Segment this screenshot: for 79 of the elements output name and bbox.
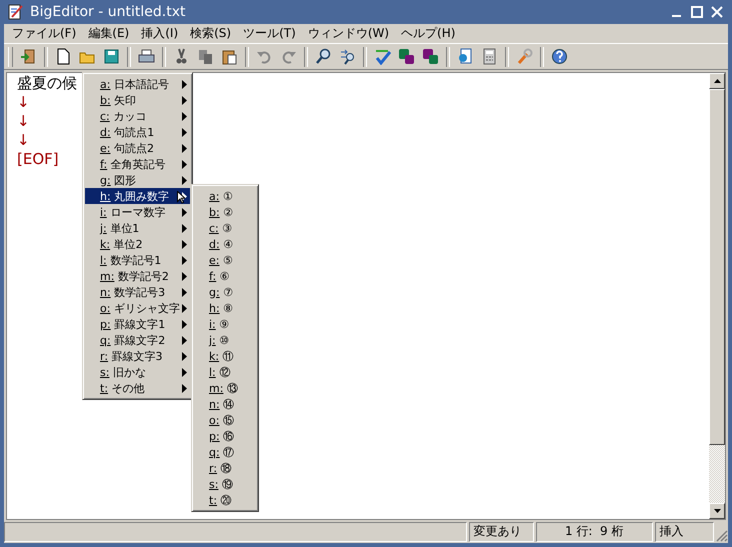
menu-item[interactable]: i: ローマ数字 (85, 204, 190, 220)
new-document-icon[interactable] (55, 48, 72, 65)
ej-translate-icon[interactable] (398, 48, 415, 65)
resize-grip-icon (716, 530, 728, 542)
menu-item[interactable]: s: ⑲ (194, 476, 256, 492)
menu-item[interactable]: f: 全角英記号 (85, 156, 190, 172)
find-replace-icon[interactable] (339, 48, 356, 65)
paste-icon[interactable] (221, 48, 238, 65)
maximize-icon[interactable] (690, 5, 704, 19)
up-arrow-icon (714, 79, 720, 83)
menu-item[interactable]: d: ④ (194, 236, 256, 252)
menu-item[interactable]: c: カッコ (85, 108, 190, 124)
scroll-up-button[interactable] (709, 73, 725, 89)
search-icon[interactable] (315, 48, 332, 65)
line-marker: ↓ (17, 131, 30, 150)
menu-item[interactable]: c: ③ (194, 220, 256, 236)
menu-item[interactable]: ウィンドウ(W) (302, 25, 396, 42)
menu-item[interactable]: 検索(S) (184, 25, 238, 42)
menu-item[interactable]: 編集(E) (82, 25, 136, 42)
menu-item[interactable]: 挿入(I) (135, 25, 184, 42)
menu-item[interactable]: t: ⑳ (194, 492, 256, 508)
menu-item[interactable]: m: 数学記号2 (85, 268, 190, 284)
line-marker: [EOF] (17, 150, 59, 169)
menu-item[interactable]: ヘルプ(H) (395, 25, 462, 42)
menu-item[interactable]: k: 単位2 (85, 236, 190, 252)
menu-item[interactable]: l: 数学記号1 (85, 252, 190, 268)
window-title: BigEditor - untitled.txt (30, 4, 186, 20)
scrollbar-thumb[interactable] (709, 89, 725, 445)
menu-item[interactable]: b: ② (194, 204, 256, 220)
menu-item[interactable]: ファイル(F) (6, 25, 82, 42)
status-field: 挿入 (654, 522, 714, 542)
menu-item[interactable]: g: ⑦ (194, 284, 256, 300)
menu-item[interactable]: a: ① (194, 188, 256, 204)
down-arrow-icon (714, 509, 720, 513)
text-line: 盛夏の候 (17, 74, 77, 93)
menu-item[interactable]: r: 罫線文字3 (85, 348, 190, 364)
mouse-cursor-icon (177, 191, 185, 204)
menu-item[interactable]: h: 丸囲み数字 (85, 188, 190, 204)
menu-item[interactable]: d: 句読点1 (85, 124, 190, 140)
menu-item[interactable]: l: ⑫ (194, 364, 256, 380)
menu-item[interactable]: n: 数学記号3 (85, 284, 190, 300)
menu-item[interactable]: e: 句読点2 (85, 140, 190, 156)
calculator-icon[interactable] (481, 48, 498, 65)
app-icon (8, 4, 24, 20)
menu-item[interactable]: p: ⑯ (194, 428, 256, 444)
spell-check-icon[interactable] (374, 48, 391, 65)
menu-item[interactable]: n: ⑭ (194, 396, 256, 412)
menu-item[interactable]: t: その他 (85, 380, 190, 396)
je-translate-icon[interactable] (422, 48, 439, 65)
menu-item[interactable]: k: ⑪ (194, 348, 256, 364)
menu-item[interactable]: p: 罫線文字1 (85, 316, 190, 332)
menu-item[interactable]: j: ⑩ (194, 332, 256, 348)
menu-item[interactable]: m: ⑬ (194, 380, 256, 396)
menu-item[interactable]: i: ⑨ (194, 316, 256, 332)
menu-item[interactable]: j: 単位1 (85, 220, 190, 236)
help-icon[interactable] (551, 48, 568, 65)
menu-item[interactable]: g: 図形 (85, 172, 190, 188)
menu-item[interactable]: b: 矢印 (85, 92, 190, 108)
line-marker: ↓ (17, 112, 30, 131)
exit-door-icon[interactable] (20, 48, 37, 65)
menu-item[interactable]: r: ⑱ (194, 460, 256, 476)
printer-icon[interactable] (138, 48, 155, 65)
menu-item[interactable]: ツール(T) (237, 25, 302, 42)
menu-item[interactable]: o: ⑮ (194, 412, 256, 428)
menu-item[interactable]: o: ギリシャ文字 (85, 300, 190, 316)
scroll-down-button[interactable] (709, 503, 725, 519)
menu-item[interactable]: s: 旧かな (85, 364, 190, 380)
status-field: 変更あり (468, 522, 534, 542)
menu-item[interactable]: f: ⑥ (194, 268, 256, 284)
status-field: 1 行: 9 桁 (536, 522, 653, 542)
menu-item[interactable]: a: 日本語記号 (85, 76, 190, 92)
menu-item[interactable]: h: ⑧ (194, 300, 256, 316)
menu-item[interactable]: e: ⑤ (194, 252, 256, 268)
line-marker: ↓ (17, 93, 30, 112)
close-icon[interactable] (710, 5, 724, 19)
menu-item[interactable]: q: 罫線文字2 (85, 332, 190, 348)
page-icon[interactable] (457, 48, 474, 65)
copy-icon[interactable] (197, 48, 214, 65)
menu-item[interactable]: q: ⑰ (194, 444, 256, 460)
